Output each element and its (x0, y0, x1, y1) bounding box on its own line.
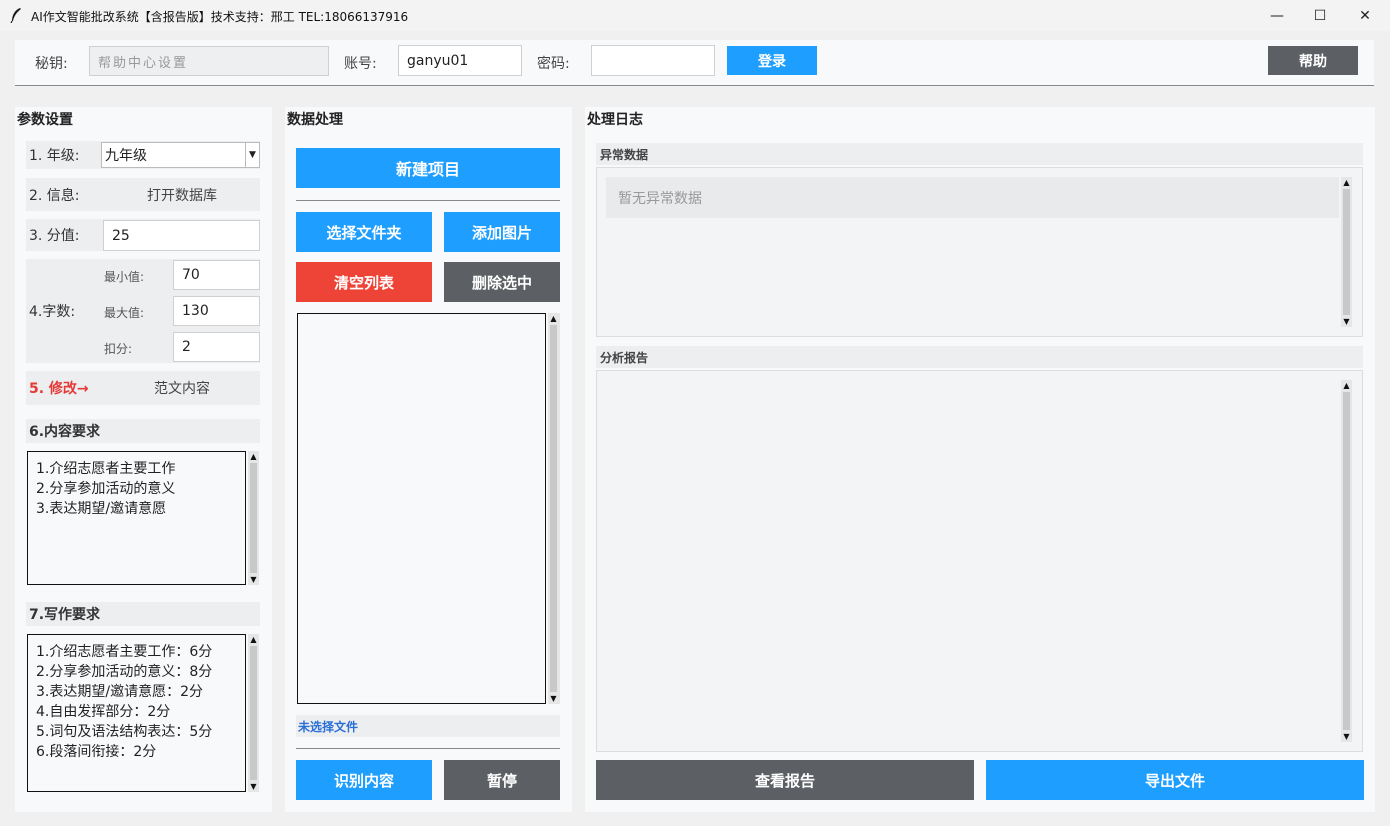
abnormal-title: 异常数据 (600, 147, 649, 162)
writing-title: 7.写作要求 (29, 607, 101, 623)
abnormal-placeholder: 暂无异常数据 (618, 190, 702, 207)
log-panel: 处理日志 异常数据 暂无异常数据 ▲ ▼ 分析报告 ▲ ▼ 查看报告 导出文件 (585, 107, 1375, 812)
scroll-thumb[interactable] (250, 463, 257, 573)
pause-button[interactable]: 暂停 (444, 760, 560, 800)
min-label: 最小值: (104, 270, 145, 284)
account-field[interactable]: ganyu01 (398, 45, 522, 76)
data-title: 数据处理 (287, 112, 343, 128)
scroll-down-icon[interactable]: ▼ (549, 694, 558, 703)
file-list[interactable] (297, 313, 546, 704)
minimize-button[interactable]: — (1254, 0, 1300, 31)
export-file-button[interactable]: 导出文件 (986, 760, 1364, 800)
report-title-bar: 分析报告 (596, 346, 1363, 368)
data-panel: 数据处理 新建项目 选择文件夹 添加图片 清空列表 删除选中 ▲ ▼ 未选择文件… (285, 107, 572, 812)
divider (296, 748, 560, 749)
content-title-bar: 6.内容要求 (26, 419, 260, 443)
max-field[interactable]: 130 (173, 296, 260, 326)
report-scrollbar[interactable]: ▲ ▼ (1341, 380, 1352, 742)
file-status: 未选择文件 (298, 719, 359, 734)
max-label: 最大值: (104, 306, 145, 320)
log-title: 处理日志 (587, 112, 643, 128)
words-label: 4.字数: (29, 304, 76, 320)
clear-list-button[interactable]: 清空列表 (296, 262, 432, 302)
window-title: AI作文智能批改系统【含报告版】技术支持：邢工 TEL:18066137916 (31, 10, 409, 24)
close-button[interactable]: ✕ (1342, 0, 1388, 31)
login-bar: 秘钥: 帮助中心设置 账号: ganyu01 密码: 登录 帮助 (15, 40, 1374, 86)
help-button[interactable]: 帮助 (1268, 46, 1358, 75)
content-title: 6.内容要求 (29, 424, 101, 440)
deduct-field[interactable]: 2 (173, 332, 260, 362)
key-field[interactable]: 帮助中心设置 (89, 46, 329, 76)
scroll-thumb[interactable] (550, 325, 557, 692)
min-field[interactable]: 70 (173, 260, 260, 290)
title-bar: AI作文智能批改系统【含报告版】技术支持：邢工 TEL:18066137916 … (0, 0, 1390, 31)
scroll-thumb[interactable] (250, 646, 257, 780)
abnormal-list[interactable]: 暂无异常数据 (606, 177, 1339, 218)
account-label: 账号: (344, 56, 377, 72)
login-button[interactable]: 登录 (727, 46, 817, 75)
grade-select[interactable]: 九年级 ▼ (101, 142, 260, 168)
grade-label: 1. 年级: (29, 148, 80, 164)
scroll-thumb[interactable] (1343, 189, 1350, 315)
key-label: 秘钥: (35, 56, 68, 72)
scroll-up-icon[interactable]: ▲ (1342, 178, 1351, 187)
scroll-up-icon[interactable]: ▲ (549, 314, 558, 323)
maximize-button[interactable]: ☐ (1297, 0, 1343, 31)
select-folder-button[interactable]: 选择文件夹 (296, 212, 432, 252)
report-title: 分析报告 (600, 350, 649, 365)
scroll-thumb[interactable] (1343, 392, 1350, 730)
score-label: 3. 分值: (29, 228, 80, 244)
grade-value: 九年级 (105, 148, 147, 164)
scroll-down-icon[interactable]: ▼ (249, 575, 258, 584)
new-project-button[interactable]: 新建项目 (296, 148, 560, 188)
writing-textarea[interactable]: 1.介绍志愿者主要工作：6分 2.分享参加活动的意义：8分 3.表达期望/邀请意… (27, 634, 246, 792)
content-textarea[interactable]: 1.介绍志愿者主要工作 2.分享参加活动的意义 3.表达期望/邀请意愿 (27, 451, 246, 585)
abnormal-title-bar: 异常数据 (596, 143, 1363, 165)
delete-selected-button[interactable]: 删除选中 (444, 262, 560, 302)
view-report-button[interactable]: 查看报告 (596, 760, 974, 800)
sample-content-button[interactable]: 范文内容 (127, 371, 237, 405)
deduct-label: 扣分: (104, 342, 133, 356)
file-status-bar: 未选择文件 (296, 715, 560, 737)
file-list-scrollbar[interactable]: ▲ ▼ (548, 313, 560, 704)
scroll-up-icon[interactable]: ▲ (1342, 381, 1351, 390)
modify-label: 5. 修改→ (29, 381, 89, 397)
add-image-button[interactable]: 添加图片 (444, 212, 560, 252)
chevron-down-icon[interactable]: ▼ (245, 143, 259, 167)
info-label: 2. 信息: (29, 187, 80, 204)
scroll-down-icon[interactable]: ▼ (1342, 732, 1351, 741)
scroll-up-icon[interactable]: ▲ (249, 635, 258, 644)
abnormal-scrollbar[interactable]: ▲ ▼ (1341, 177, 1352, 327)
params-panel: 参数设置 1. 年级: 九年级 ▼ 2. 信息: 打开数据库 3. 分值: 25… (15, 107, 272, 812)
open-database-button[interactable]: 打开数据库 (127, 178, 237, 211)
writing-title-bar: 7.写作要求 (26, 602, 260, 626)
report-box[interactable] (596, 370, 1363, 752)
scroll-down-icon[interactable]: ▼ (249, 782, 258, 791)
feather-icon (10, 8, 21, 23)
writing-scrollbar[interactable]: ▲ ▼ (248, 634, 259, 792)
scroll-down-icon[interactable]: ▼ (1342, 317, 1351, 326)
password-label: 密码: (537, 56, 570, 72)
password-field[interactable] (591, 45, 715, 76)
scroll-up-icon[interactable]: ▲ (249, 452, 258, 461)
divider (296, 200, 560, 201)
params-title: 参数设置 (17, 112, 73, 128)
content-scrollbar[interactable]: ▲ ▼ (248, 451, 259, 585)
score-field[interactable]: 25 (103, 220, 260, 251)
recognize-button[interactable]: 识别内容 (296, 760, 432, 800)
